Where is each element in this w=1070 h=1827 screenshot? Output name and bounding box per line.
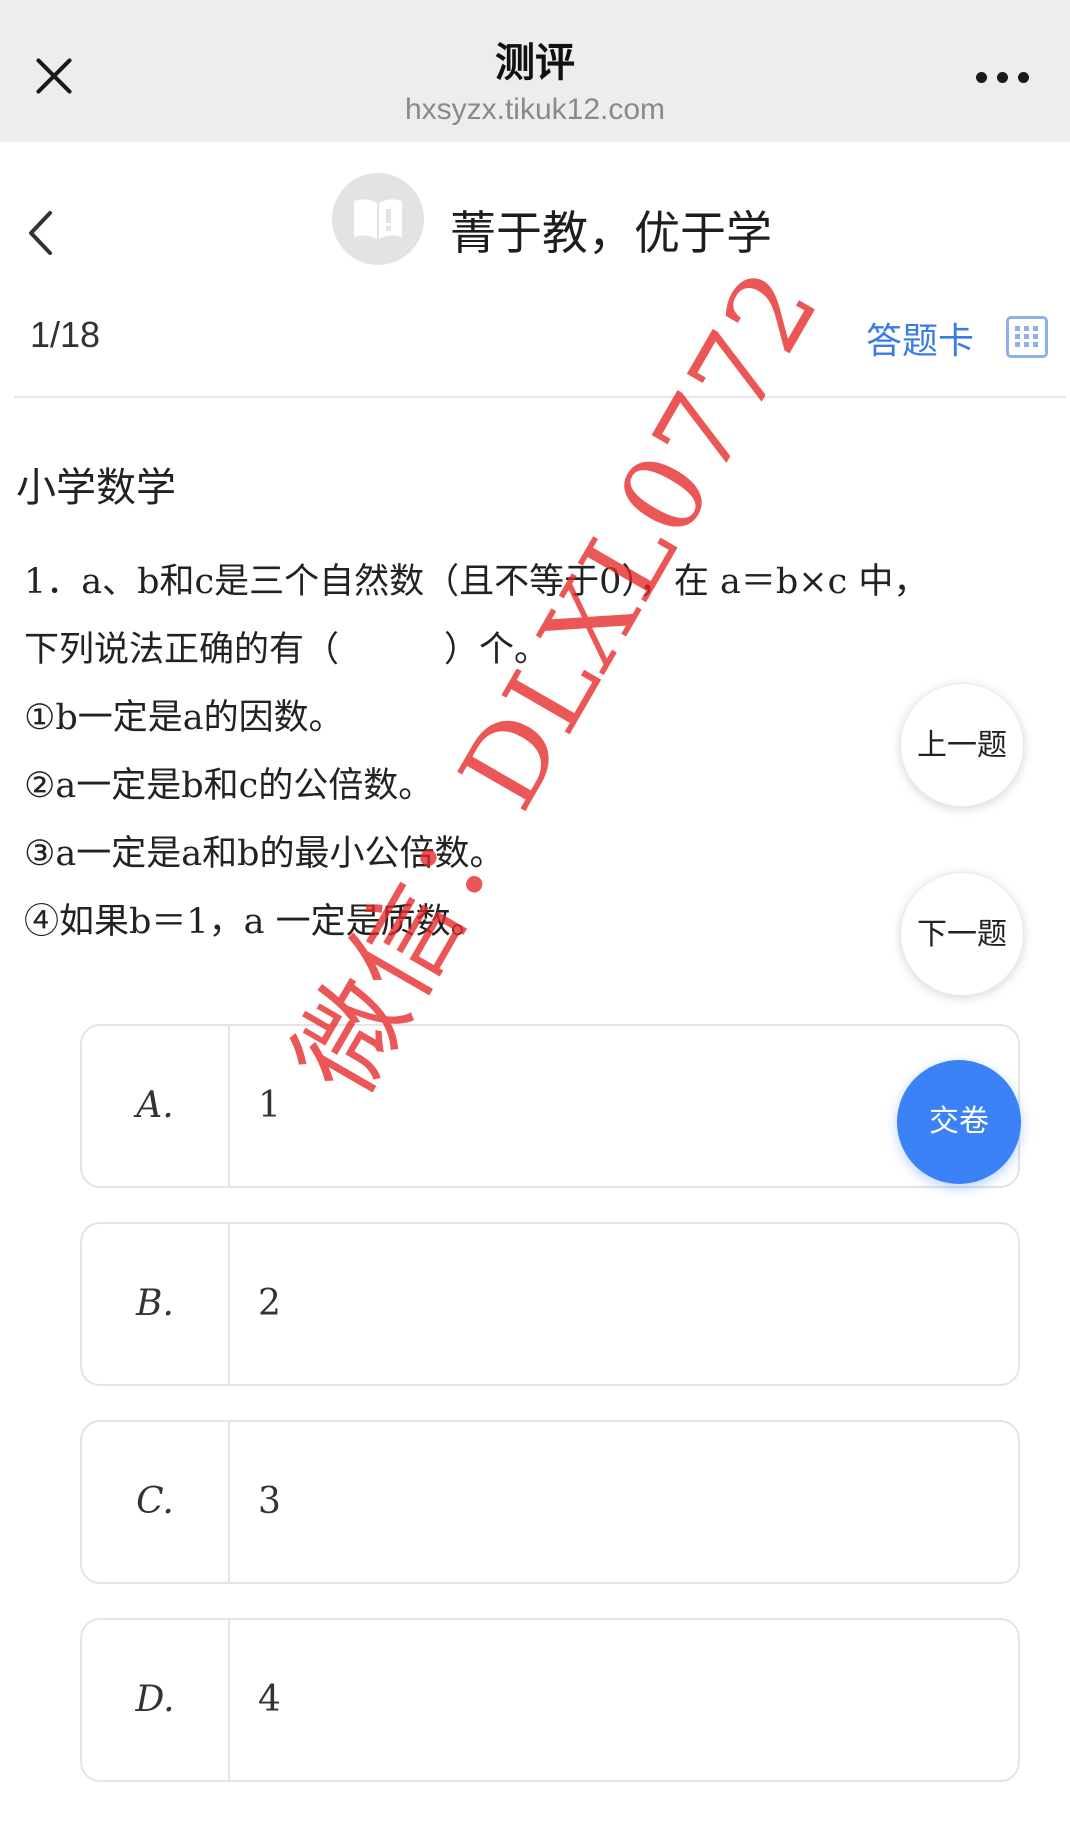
- option-text: 3: [258, 1481, 281, 1522]
- page-url: hxsyzx.tikuk12.com: [404, 93, 666, 126]
- question-statement-2: ②a一定是b和c的公倍数。: [24, 766, 434, 806]
- answer-card-grid-icon[interactable]: [1006, 316, 1048, 358]
- option-letter: A.: [82, 1026, 230, 1186]
- option-d[interactable]: D. 4: [80, 1618, 1020, 1782]
- answer-card-button[interactable]: 答题卡: [866, 312, 974, 364]
- question-statement-4: ④如果b＝1，a 一定是质数。: [24, 902, 486, 942]
- option-b[interactable]: B. 2: [80, 1222, 1020, 1386]
- divider: [14, 396, 1066, 398]
- previous-question-button[interactable]: 上一题: [900, 683, 1024, 807]
- question-statement-1: ①b一定是a的因数。: [24, 698, 344, 738]
- option-text: 2: [258, 1283, 281, 1324]
- browser-top-bar: 测评 hxsyzx.tikuk12.com: [0, 0, 1070, 142]
- site-title: 菁于教，优于学: [450, 206, 772, 260]
- page-title: 测评: [495, 40, 575, 86]
- question-statement-3: ③a一定是a和b的最小公倍数。: [24, 834, 505, 874]
- book-icon: [354, 199, 402, 239]
- option-text: 4: [258, 1679, 281, 1720]
- option-letter: D.: [82, 1620, 230, 1780]
- next-question-button[interactable]: 下一题: [900, 872, 1024, 996]
- option-letter: C.: [82, 1422, 230, 1582]
- back-arrow-icon[interactable]: [26, 210, 56, 256]
- question-line: 1．a、b和c是三个自然数（且不等于0），在 a＝b×c 中，: [24, 562, 929, 602]
- option-letter: B.: [82, 1224, 230, 1384]
- question-line: 下列说法正确的有（ ）个。: [24, 630, 550, 670]
- option-c[interactable]: C. 3: [80, 1420, 1020, 1584]
- more-options-icon[interactable]: [976, 72, 1030, 84]
- option-text: 1: [258, 1085, 281, 1126]
- option-a[interactable]: A. 1: [80, 1024, 1020, 1188]
- question-stem: 1．a、b和c是三个自然数（且不等于0），在 a＝b×c 中， 下列说法正确的有…: [24, 548, 1034, 956]
- question-counter: 1/18: [30, 314, 101, 355]
- subject-label: 小学数学: [16, 465, 176, 511]
- site-logo: [332, 173, 424, 265]
- submit-exam-button[interactable]: 交卷: [897, 1060, 1021, 1184]
